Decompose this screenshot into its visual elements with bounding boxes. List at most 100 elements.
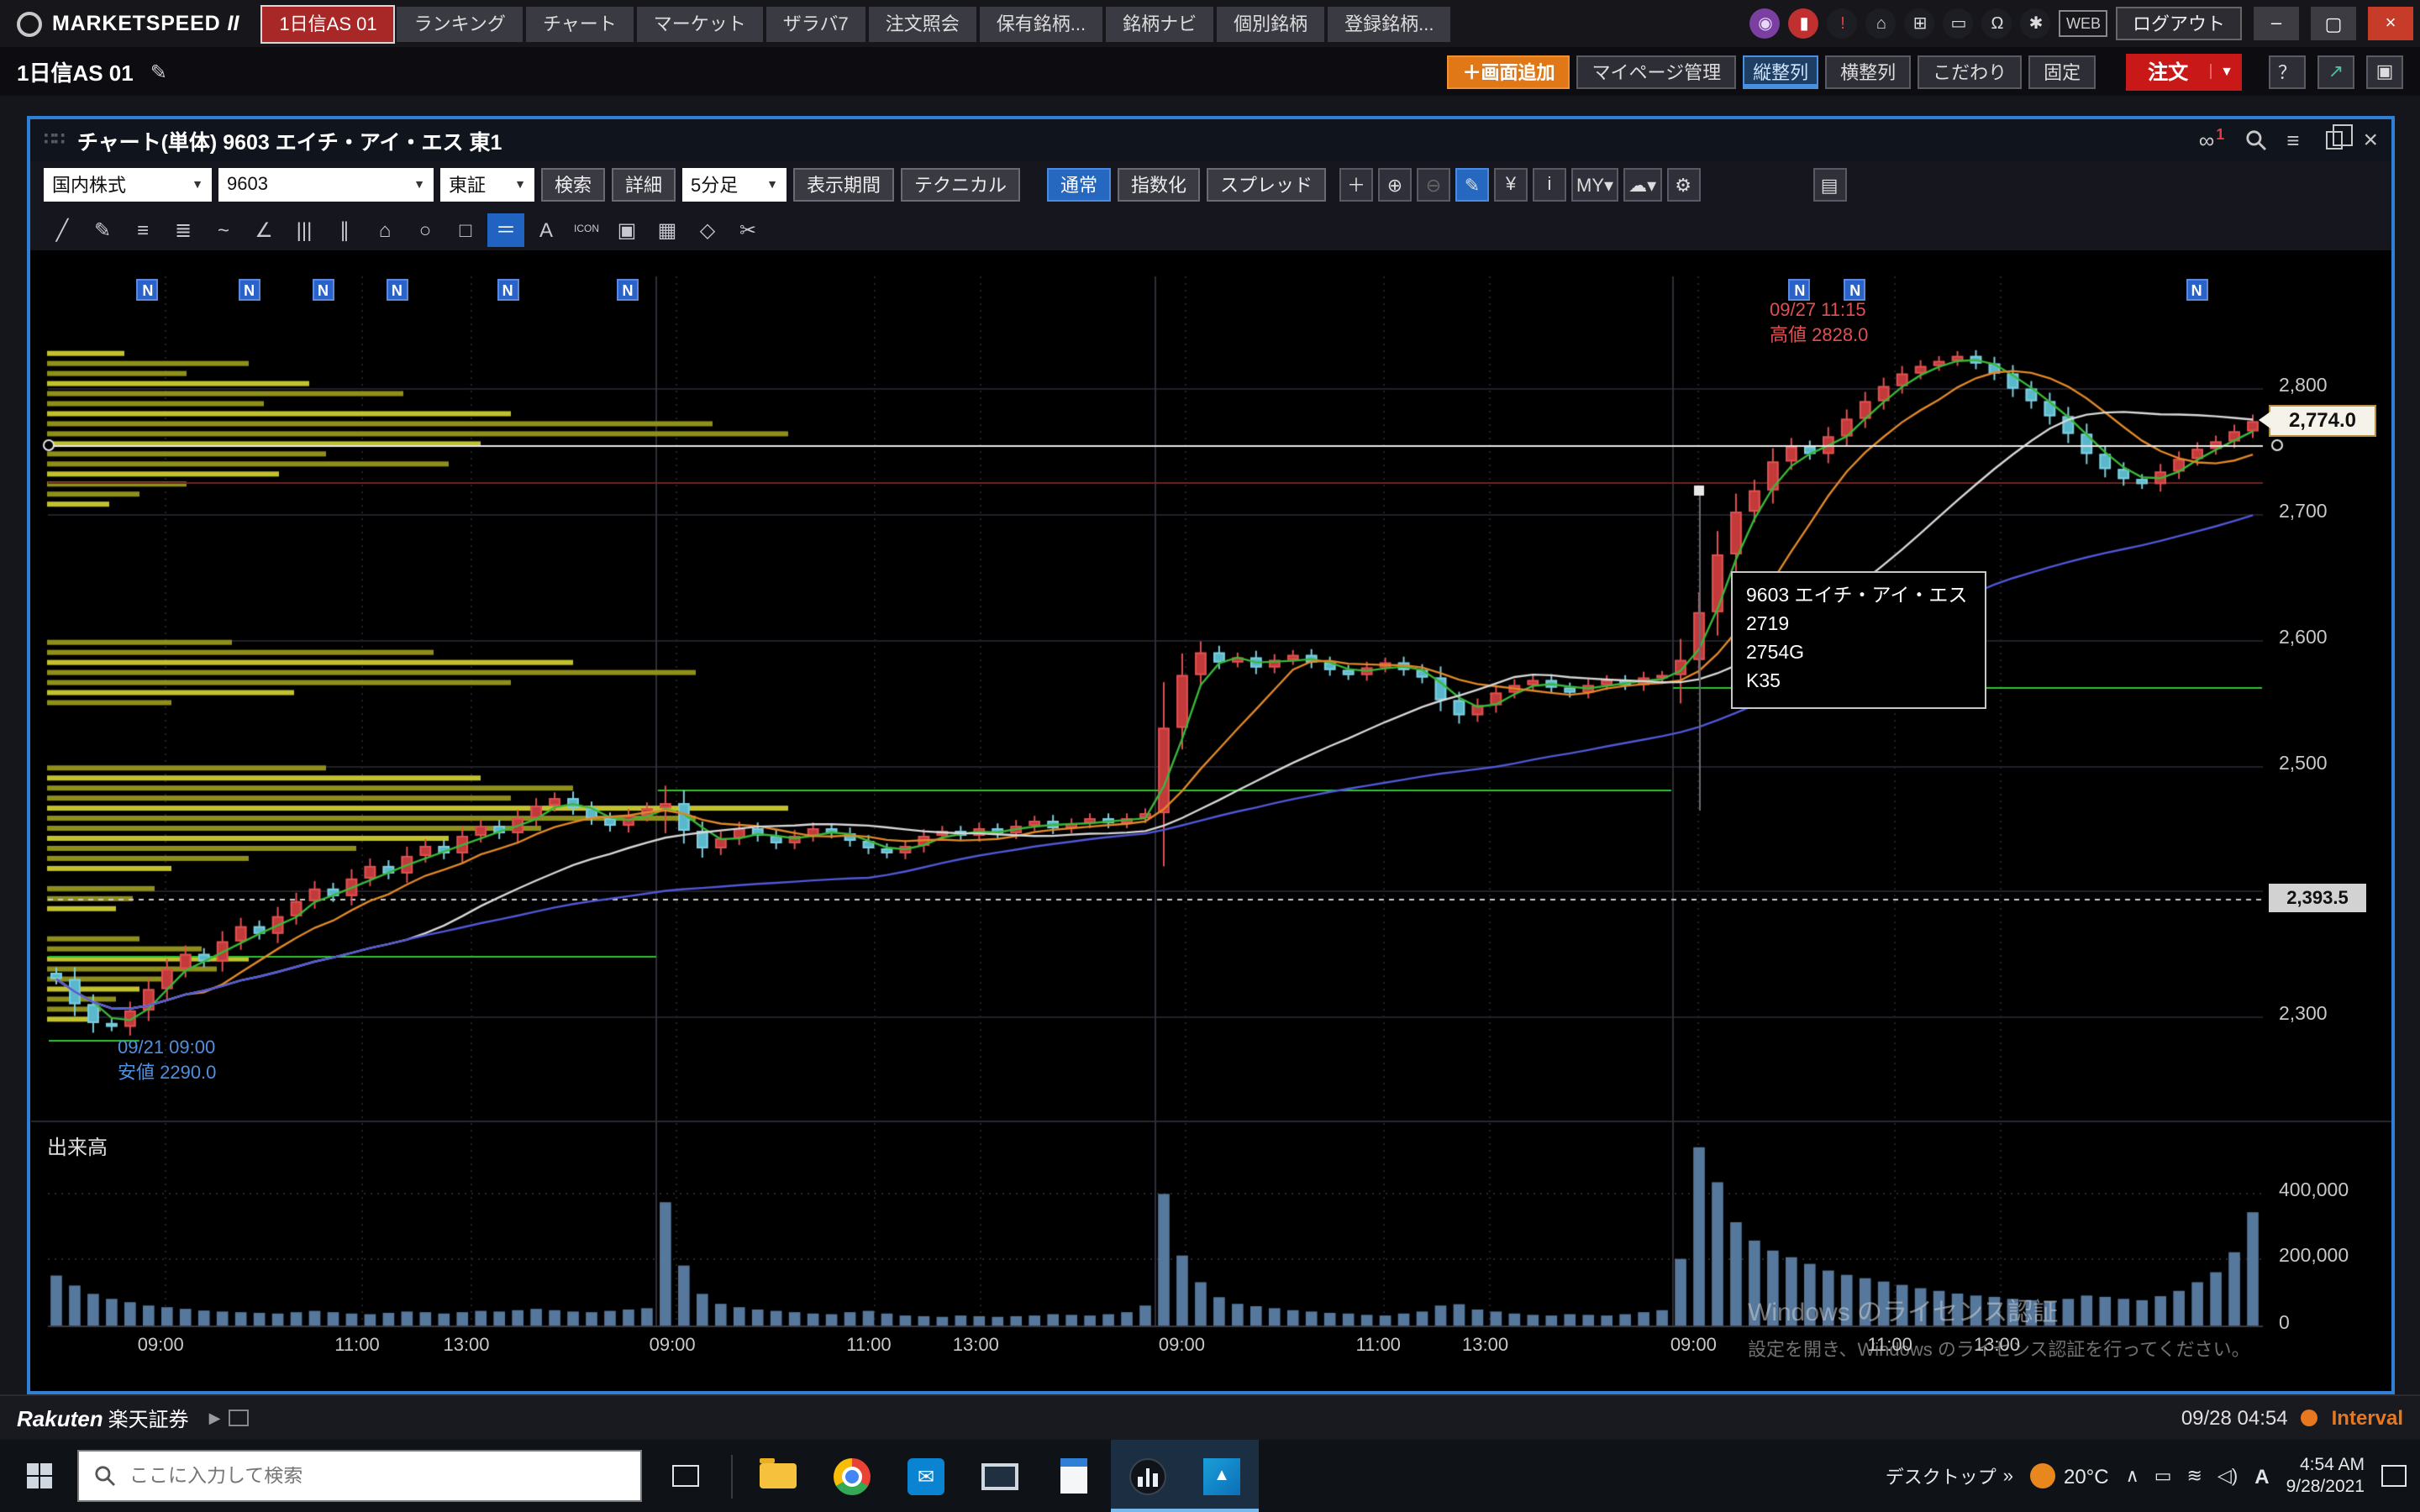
display-tray-icon[interactable]: ▭ (2154, 1465, 2172, 1487)
polygon-tool-icon[interactable]: ⌂ (366, 213, 403, 246)
chart-link-icon[interactable]: ↗ (2317, 55, 2354, 88)
menu-tab-4[interactable]: ザラバ7 (766, 6, 865, 41)
icon-stamp-tool-icon[interactable]: ICON (568, 213, 605, 246)
news-marker-badge[interactable]: N (137, 279, 159, 301)
close-chart-icon[interactable]: × (2363, 126, 2378, 155)
gear-icon[interactable]: ✱ (2021, 8, 2051, 39)
globe-icon[interactable]: ◉ (1750, 8, 1781, 39)
add-window-icon[interactable]: ⊞ (1905, 8, 1935, 39)
mode-indexed-button[interactable]: 指数化 (1118, 168, 1200, 202)
kodawari-button[interactable]: こだわり (1918, 55, 2022, 88)
news-marker-badge[interactable]: N (617, 279, 639, 301)
trendline-tool-icon[interactable]: ╱ (44, 213, 81, 246)
taskview-icon[interactable] (649, 1440, 723, 1512)
my-settings-icon[interactable]: MY▾ (1571, 168, 1618, 202)
duplicate-window-icon[interactable] (2326, 131, 2343, 150)
chrome-icon[interactable] (815, 1440, 889, 1512)
add-pane-icon[interactable]: ＋ (1339, 168, 1373, 202)
desktop-toolbar[interactable]: デスクトップ» (1886, 1462, 2013, 1489)
photos-icon[interactable]: ▲ (1185, 1440, 1259, 1512)
technical-button[interactable]: テクニカル (901, 168, 1020, 202)
remote-desktop-icon[interactable] (963, 1440, 1037, 1512)
chart-window-titlebar[interactable]: ∷∷ チャート(単体) 9603 エイチ・アイ・エス 東1 ∞1 ≡ × (30, 119, 2391, 161)
vlines-tool-icon[interactable]: ||| (286, 213, 323, 246)
menu-tab-8[interactable]: 個別銘柄 (1217, 6, 1324, 41)
news-marker-badge[interactable]: N (313, 279, 334, 301)
copy-tool-icon[interactable]: ▣ (608, 213, 645, 246)
search-icon[interactable] (2244, 129, 2266, 151)
layout-icon[interactable]: ▣ (2366, 55, 2403, 88)
news-marker-badge[interactable]: N (239, 279, 260, 301)
menu-tab-7[interactable]: 銘柄ナビ (1106, 6, 1213, 41)
explorer-icon[interactable] (741, 1440, 815, 1512)
weather-widget[interactable]: 20°C (2030, 1463, 2109, 1488)
taskbar-search-input[interactable] (129, 1466, 625, 1486)
price-line-tool-icon[interactable]: ＝ (487, 213, 524, 246)
info-icon[interactable]: i (1533, 168, 1566, 202)
add-screen-button[interactable]: ＋画面追加 (1448, 55, 1570, 88)
taskbar-clock[interactable]: 4:54 AM 9/28/2021 (2286, 1454, 2365, 1498)
pin-button[interactable]: 固定 (2028, 55, 2096, 88)
ime-indicator[interactable]: A (2254, 1464, 2269, 1488)
window-menu-icon[interactable]: ≡ (2286, 128, 2299, 153)
wave-tool-icon[interactable]: ~ (205, 213, 242, 246)
news-alert-icon[interactable]: ! (1828, 8, 1858, 39)
mypage-manage-button[interactable]: マイページ管理 (1577, 55, 1737, 88)
clear-all-tool-icon[interactable]: ✂ (729, 213, 766, 246)
zoom-out-icon[interactable]: ⊖ (1417, 168, 1450, 202)
web-badge[interactable]: WEB (2060, 10, 2107, 37)
detail-button[interactable]: 詳細 (612, 168, 676, 202)
maximize-button[interactable]: ▢ (2311, 7, 2356, 40)
notes-icon[interactable] (1037, 1440, 1111, 1512)
draw-mode-icon[interactable]: ✎ (1455, 168, 1489, 202)
order-caret-icon[interactable]: ▼ (2210, 64, 2242, 79)
display-period-button[interactable]: 表示期間 (793, 168, 894, 202)
mode-normal-button[interactable]: 通常 (1047, 168, 1111, 202)
print-icon[interactable]: ▤ (1812, 168, 1846, 202)
menu-tab-6[interactable]: 保有銘柄... (980, 6, 1102, 41)
marketspeed-taskbar-icon[interactable] (1111, 1440, 1185, 1512)
news-marker-badge[interactable]: N (497, 279, 518, 301)
symbol-code-combo[interactable]: ▼ (218, 168, 434, 202)
menu-tab-3[interactable]: マーケット (637, 6, 763, 41)
channel-tool-icon[interactable]: ∥ (326, 213, 363, 246)
search-button[interactable]: 検索 (541, 168, 605, 202)
ellipse-tool-icon[interactable]: ○ (407, 213, 444, 246)
market-select[interactable]: 国内株式▼ (44, 168, 212, 202)
menu-tab-2[interactable]: チャート (526, 6, 634, 41)
start-button[interactable] (0, 1440, 77, 1512)
network-icon[interactable]: ≋ (2187, 1465, 2202, 1487)
order-button[interactable]: 注文 ▼ (2126, 53, 2242, 90)
mode-spread-button[interactable]: スプレッド (1207, 168, 1326, 202)
feed-toggle-icon[interactable]: ▶ (209, 1409, 221, 1427)
cloud-save-icon[interactable]: ☁▾ (1623, 168, 1661, 202)
chart-area[interactable]: 09/27 11:15 高値 2828.0 09/21 09:00 安値 229… (30, 252, 2391, 1391)
rect-tool-icon[interactable]: □ (447, 213, 484, 246)
home-icon[interactable]: ⌂ (1866, 8, 1897, 39)
help-button[interactable]: ？ (2269, 55, 2306, 88)
angle-line-tool-icon[interactable]: ∠ (245, 213, 282, 246)
text-tool-icon[interactable]: A (528, 213, 565, 246)
news-marker-badge[interactable]: N (1844, 279, 1866, 301)
news-marker-badge[interactable]: N (2186, 279, 2207, 301)
menu-tab-5[interactable]: 注文照会 (869, 6, 976, 41)
link-icon[interactable]: ∞1 (2199, 128, 2225, 153)
close-button[interactable]: × (2368, 7, 2413, 40)
taskbar-search[interactable] (77, 1450, 642, 1502)
stamp-tool-icon[interactable]: ▦ (649, 213, 686, 246)
cast-icon[interactable]: ▭ (1944, 8, 1974, 39)
exchange-select[interactable]: 東証▼ (440, 168, 534, 202)
news-marker-badge[interactable]: N (1789, 279, 1811, 301)
zoom-in-icon[interactable]: ⊕ (1378, 168, 1412, 202)
mail-icon[interactable]: ✉ (889, 1440, 963, 1512)
panel-toggle-icon[interactable] (229, 1410, 249, 1426)
marker-pen-tool-icon[interactable]: ✎ (84, 213, 121, 246)
logout-button[interactable]: ログアウト (2116, 7, 2242, 40)
hidden-icons-caret[interactable]: ∧ (2126, 1465, 2139, 1487)
volume-icon[interactable]: ◁) (2217, 1465, 2238, 1487)
settings-wrench-icon[interactable]: ⚙ (1666, 168, 1700, 202)
menu-tab-9[interactable]: 登録銘柄... (1328, 6, 1450, 41)
yen-scale-icon[interactable]: ¥ (1494, 168, 1528, 202)
drag-handle-icon[interactable]: ∷∷ (44, 131, 64, 150)
menu-tab-1[interactable]: ランキング (397, 6, 523, 41)
